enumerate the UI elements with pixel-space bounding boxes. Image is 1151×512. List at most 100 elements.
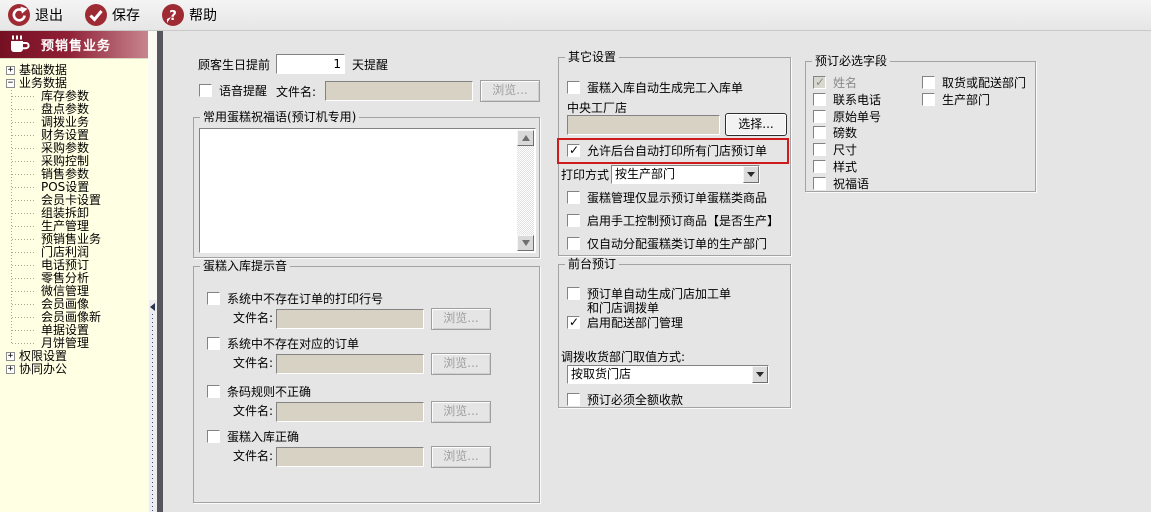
undo-icon: [8, 4, 30, 26]
manual-control-checkbox[interactable]: 启用手工控制预订商品【是否生产】: [567, 214, 779, 228]
transfer-mode-combobox[interactable]: 按取货门店: [567, 365, 769, 384]
auto-process-label: 预订单自动生成门店加工单 和门店调拨单: [587, 287, 732, 315]
required-field-磅数[interactable]: 磅数: [813, 126, 857, 140]
sound-item-checkbox[interactable]: 系统中不存在订单的打印行号: [207, 292, 383, 306]
required-field-联系电话[interactable]: 联系电话: [813, 92, 882, 107]
sound-file-input[interactable]: [276, 354, 424, 374]
save-button[interactable]: 保存: [83, 2, 142, 28]
exit-label: 退出: [35, 8, 63, 24]
checkbox-icon[interactable]: [813, 75, 826, 89]
tree-expand-icon[interactable]: +: [6, 365, 15, 374]
print-mode-label: 打印方式: [561, 168, 610, 182]
checkbox-icon[interactable]: [813, 126, 826, 140]
sound-item-label: 条码规则不正确: [227, 385, 312, 399]
checkbox-icon[interactable]: [813, 109, 826, 123]
tree-expand-icon[interactable]: +: [6, 352, 15, 361]
sound-file-label: 文件名:: [233, 449, 274, 463]
voice-remind-checkbox[interactable]: 语音提醒: [199, 84, 267, 98]
app-window: 退出 保存 ? 帮助 预销售业务 + 基础数据 − 业务数据 库存参数 盘点参数 调拨: [0, 0, 1151, 512]
auto-process-checkbox[interactable]: 预订单自动生成门店加工单 和门店调拨单: [567, 287, 731, 315]
checkbox-icon[interactable]: [813, 143, 826, 157]
sidebar-node-协同办公[interactable]: + 协同办公: [0, 363, 148, 376]
other-settings-title: 其它设置: [565, 50, 620, 64]
tree-expand-icon[interactable]: +: [6, 66, 15, 75]
blessing-groupbox: 常用蛋糕祝福语(预订机专用): [193, 110, 540, 258]
checkbox-icon[interactable]: [207, 337, 220, 350]
checkbox-icon[interactable]: [567, 287, 580, 300]
checkbox-icon[interactable]: [207, 292, 220, 305]
auto-print-checkbox[interactable]: 允许后台自动打印所有门店预订单: [567, 143, 768, 158]
sound-file-input[interactable]: [276, 402, 424, 422]
checkbox-icon[interactable]: [567, 191, 580, 204]
voice-browse-button[interactable]: 浏览...: [480, 80, 540, 102]
sound-browse-button[interactable]: 浏览...: [431, 353, 491, 375]
cake-sound-groupbox: 蛋糕入库提示音 系统中不存在订单的打印行号文件名: 浏览... 系统中不存在对应的订…: [193, 259, 540, 503]
required-fields-title: 预订必选字段: [812, 54, 891, 68]
checkbox-icon[interactable]: [922, 92, 935, 106]
print-mode-combobox[interactable]: 按生产部门: [611, 165, 760, 184]
sound-browse-button[interactable]: 浏览...: [431, 446, 491, 468]
front-booking-groupbox: 前台预订 预订单自动生成门店加工单和门店调拨单 启用配送部门管理 调拨收货部门取…: [558, 257, 791, 408]
auto-complete-checkbox[interactable]: 蛋糕入库自动生成完工入库单: [567, 81, 743, 95]
front-booking-title: 前台预订: [565, 257, 620, 271]
checkbox-icon[interactable]: [199, 84, 212, 97]
sound-item-checkbox[interactable]: 系统中不存在对应的订单: [207, 337, 359, 351]
sound-browse-button[interactable]: 浏览...: [431, 308, 491, 330]
voice-file-input[interactable]: [325, 81, 473, 101]
combo-arrow-icon[interactable]: [743, 166, 759, 183]
textarea-scrollbar[interactable]: [517, 130, 534, 251]
central-factory-select-button[interactable]: 选择...: [725, 113, 787, 136]
checkbox-icon[interactable]: [207, 385, 220, 398]
tree-expand-icon[interactable]: −: [6, 79, 15, 88]
sound-item-checkbox[interactable]: 蛋糕入库正确: [207, 430, 299, 444]
sound-file-input[interactable]: [276, 309, 424, 329]
required-field-样式[interactable]: 样式: [813, 160, 857, 174]
help-button[interactable]: ? 帮助: [160, 2, 219, 28]
toolbar: 退出 保存 ? 帮助: [0, 0, 1151, 31]
central-factory-input[interactable]: [567, 115, 720, 135]
birthday-days-input[interactable]: [276, 54, 345, 74]
cake-sound-group-title: 蛋糕入库提示音: [200, 259, 291, 273]
auto-print-label: 允许后台自动打印所有门店预订单: [587, 144, 768, 158]
required-field-姓名[interactable]: 姓名: [813, 75, 857, 90]
full-payment-checkbox[interactable]: 预订必须全额收款: [567, 393, 683, 407]
checkbox-icon[interactable]: [567, 237, 580, 250]
splitter-handle[interactable]: [149, 300, 157, 512]
checkbox-icon[interactable]: [567, 393, 580, 406]
tree-children: 库存参数 盘点参数 调拨业务 财务设置 采购参数 采购控制 销售参数 POS设置 会员卡设置 组装…: [0, 90, 148, 350]
mug-icon: [11, 35, 30, 52]
required-field-取货或配送部门[interactable]: 取货或配送部门: [922, 76, 1026, 90]
checkbox-icon[interactable]: [207, 430, 220, 443]
required-field-原始单号[interactable]: 原始单号: [813, 109, 881, 124]
scroll-down-icon[interactable]: [517, 235, 534, 251]
sound-item-label: 蛋糕入库正确: [227, 430, 300, 444]
help-icon: ?: [162, 4, 184, 26]
sound-file-input[interactable]: [276, 447, 424, 467]
checkbox-icon[interactable]: [567, 214, 580, 227]
checkbox-checked-icon[interactable]: [567, 315, 580, 329]
cake-only-checkbox[interactable]: 蛋糕管理仅显示预订单蛋糕类商品: [567, 191, 767, 205]
checkbox-icon[interactable]: [922, 76, 935, 89]
blessing-textarea[interactable]: [199, 128, 536, 253]
required-field-label: 生产部门: [942, 92, 991, 107]
combo-arrow-icon[interactable]: [752, 366, 768, 383]
check-icon: [85, 4, 107, 26]
required-field-生产部门[interactable]: 生产部门: [922, 92, 991, 107]
checkbox-checked-icon[interactable]: [567, 143, 580, 157]
exit-button[interactable]: 退出: [6, 2, 65, 28]
assign-dept-checkbox[interactable]: 仅自动分配蛋糕类订单的生产部门: [567, 237, 767, 251]
required-field-label: 联系电话: [833, 92, 882, 107]
delivery-dept-checkbox[interactable]: 启用配送部门管理: [567, 315, 683, 330]
required-field-祝福语[interactable]: 祝福语: [813, 176, 869, 191]
checkbox-icon[interactable]: [813, 176, 826, 190]
required-field-尺寸[interactable]: 尺寸: [813, 143, 857, 157]
sidebar-tree: + 基础数据 − 业务数据 库存参数 盘点参数 调拨业务 财务设置 采购参数 采购控制 销售参数 PO…: [0, 58, 148, 512]
scroll-up-icon[interactable]: [517, 130, 534, 146]
sound-file-label: 文件名:: [233, 356, 274, 370]
help-label: 帮助: [189, 8, 217, 24]
checkbox-icon[interactable]: [567, 81, 580, 94]
checkbox-icon[interactable]: [813, 92, 826, 106]
checkbox-icon[interactable]: [813, 160, 826, 173]
sound-browse-button[interactable]: 浏览...: [431, 401, 491, 423]
sound-item-checkbox[interactable]: 条码规则不正确: [207, 385, 311, 399]
